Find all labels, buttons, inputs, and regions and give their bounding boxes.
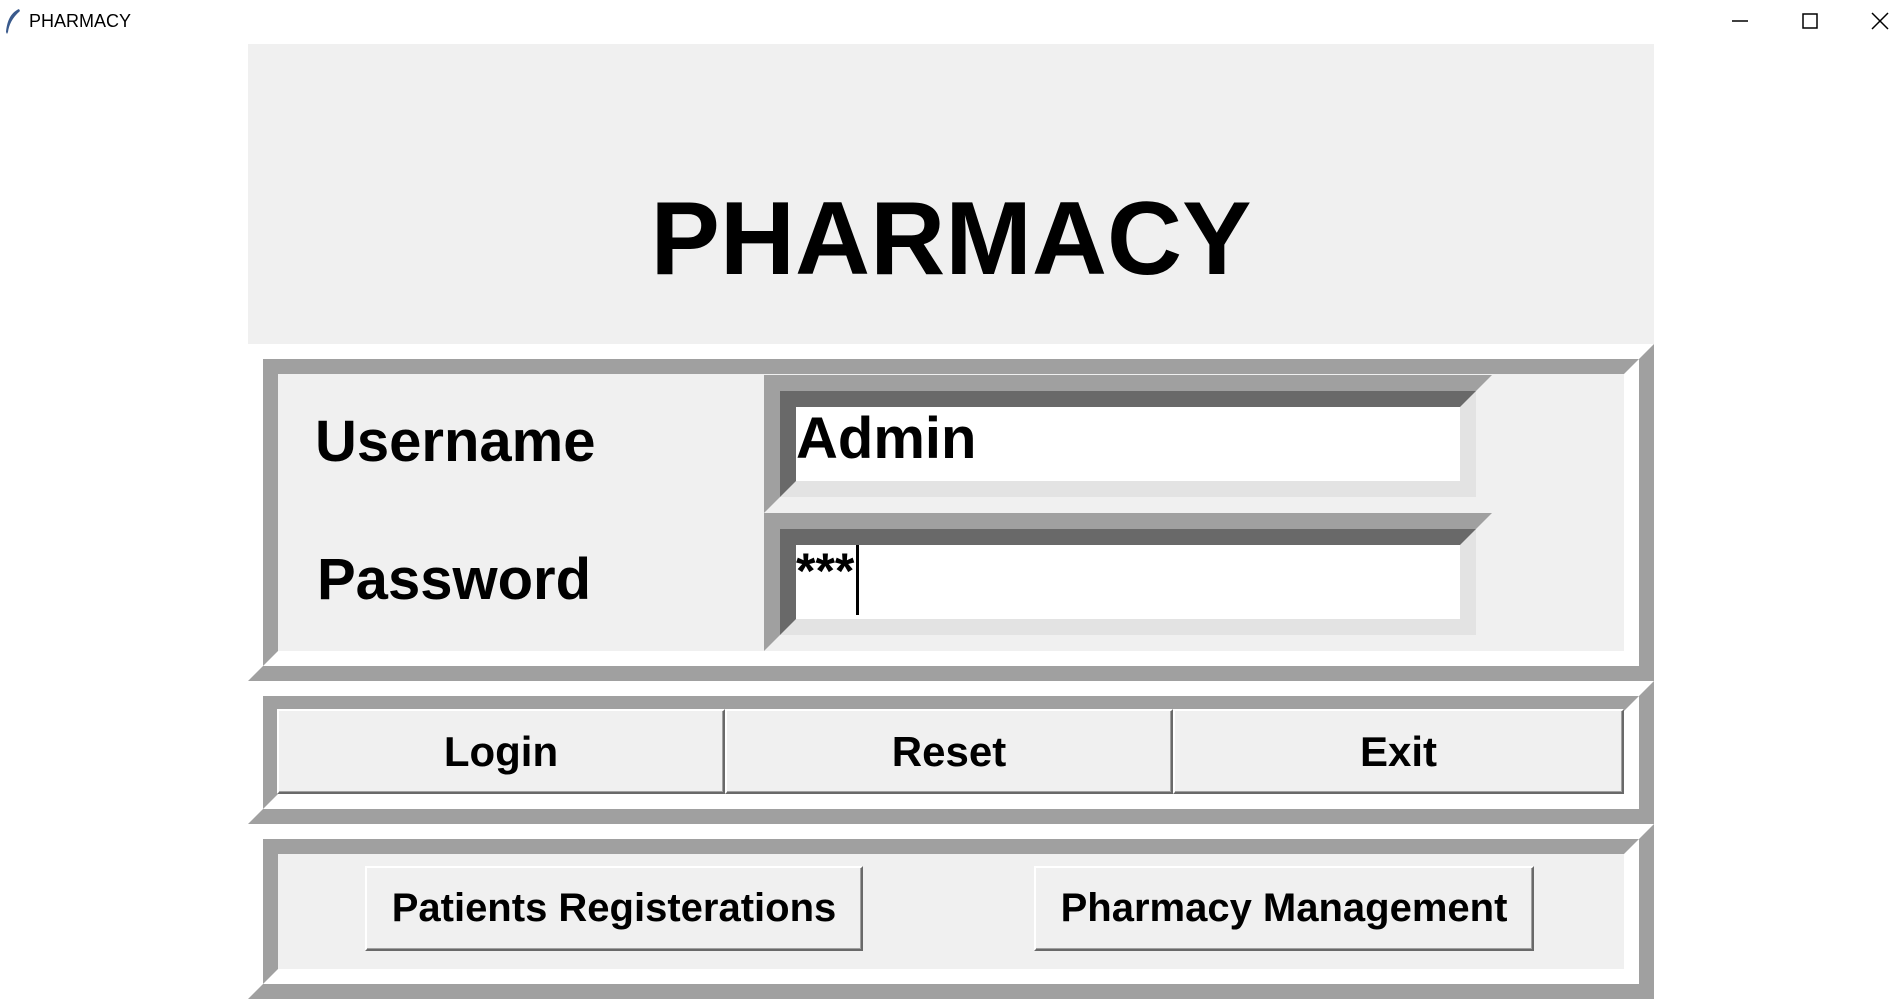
reset-button[interactable]: Reset xyxy=(725,709,1173,794)
close-button[interactable] xyxy=(1845,0,1894,42)
minimize-button[interactable] xyxy=(1705,0,1775,42)
exit-button[interactable]: Exit xyxy=(1173,709,1624,794)
patients-registration-button[interactable]: Patients Registerations xyxy=(365,866,863,951)
close-icon xyxy=(1871,12,1889,30)
feather-icon xyxy=(4,8,22,34)
pharmacy-management-button[interactable]: Pharmacy Management xyxy=(1034,866,1534,951)
username-field[interactable]: Admin xyxy=(780,391,1476,497)
password-label: Password xyxy=(317,547,591,612)
window-title: PHARMACY xyxy=(29,11,132,31)
password-value: *** xyxy=(796,543,855,599)
maximize-icon xyxy=(1802,13,1818,29)
username-field-border: Admin xyxy=(764,375,1492,513)
username-value: Admin xyxy=(796,406,977,471)
maximize-button[interactable] xyxy=(1775,0,1845,42)
username-label: Username xyxy=(315,409,596,474)
minimize-icon xyxy=(1732,20,1748,22)
password-field-border: *** xyxy=(764,513,1492,651)
text-caret xyxy=(856,545,859,615)
header-panel: PHARMACY xyxy=(248,44,1654,344)
password-field[interactable]: *** xyxy=(780,529,1476,635)
window-titlebar: PHARMACY xyxy=(0,0,1894,42)
page-title: PHARMACY xyxy=(650,181,1252,297)
login-button[interactable]: Login xyxy=(277,709,725,794)
